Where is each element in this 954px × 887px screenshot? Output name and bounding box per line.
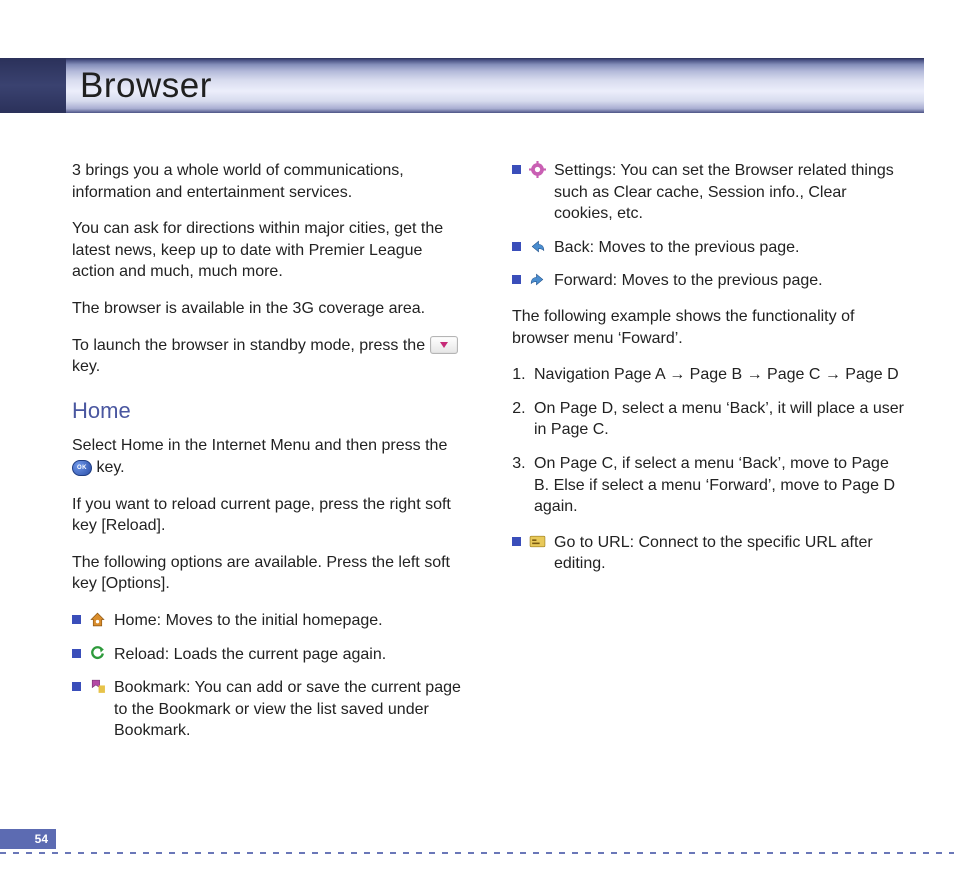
option-bookmark: Bookmark: You can add or save the curren… <box>72 677 466 742</box>
page-footer: 54 <box>0 829 954 857</box>
bullet-square-icon <box>72 615 81 624</box>
down-arrow-key-icon <box>430 336 458 354</box>
step-1: Navigation Page A → Page B → Page C → Pa… <box>530 364 906 386</box>
option-bookmark-text: Bookmark: You can add or save the curren… <box>114 677 466 742</box>
intro-paragraph-1: 3 brings you a whole world of communicat… <box>72 160 466 203</box>
option-reload: Reload: Loads the current page again. <box>72 644 466 666</box>
option-reload-text: Reload: Loads the current page again. <box>114 644 466 666</box>
home-text-b: key. <box>96 459 124 476</box>
intro-paragraph-2: You can ask for directions within major … <box>72 218 466 283</box>
reload-icon <box>89 645 106 662</box>
content-columns: 3 brings you a whole world of communicat… <box>72 160 906 756</box>
forward-icon <box>529 271 546 288</box>
option-back-text: Back: Moves to the previous page. <box>554 237 906 259</box>
option-forward: Forward: Moves to the previous page. <box>512 270 906 292</box>
launch-text-b: key. <box>72 358 100 375</box>
launch-paragraph: To launch the browser in standby mode, p… <box>72 335 466 378</box>
page-header-band: Browser <box>0 58 924 113</box>
bookmark-icon <box>89 678 106 695</box>
page-number: 54 <box>0 829 56 849</box>
back-icon <box>529 238 546 255</box>
home-paragraph-1: Select Home in the Internet Menu and the… <box>72 435 466 478</box>
option-forward-text: Forward: Moves to the previous page. <box>554 270 906 292</box>
bullet-square-icon <box>512 165 521 174</box>
step-3: On Page C, if select a menu ‘Back’, move… <box>530 453 906 518</box>
left-column: 3 brings you a whole world of communicat… <box>72 160 466 756</box>
option-url-text: Go to URL: Connect to the specific URL a… <box>554 532 906 575</box>
example-intro: The following example shows the function… <box>512 306 906 349</box>
left-options-list: Home: Moves to the initial homepage. Rel… <box>72 610 466 742</box>
manual-page: Browser 3 brings you a whole world of co… <box>0 0 954 887</box>
home-icon <box>89 611 106 628</box>
home-paragraph-3: The following options are available. Pre… <box>72 552 466 595</box>
option-settings: Settings: You can set the Browser relate… <box>512 160 906 225</box>
bullet-square-icon <box>512 537 521 546</box>
bullet-square-icon <box>512 275 521 284</box>
option-go-to-url: Go to URL: Connect to the specific URL a… <box>512 532 906 575</box>
right-options-list: Settings: You can set the Browser relate… <box>512 160 906 292</box>
settings-icon <box>529 161 546 178</box>
home-text-a: Select Home in the Internet Menu and the… <box>72 437 447 454</box>
option-home-text: Home: Moves to the initial homepage. <box>114 610 466 632</box>
ok-key-icon: OK <box>72 460 92 476</box>
right-options-list-2: Go to URL: Connect to the specific URL a… <box>512 532 906 575</box>
bullet-square-icon <box>512 242 521 251</box>
option-home: Home: Moves to the initial homepage. <box>72 610 466 632</box>
launch-text-a: To launch the browser in standby mode, p… <box>72 337 430 354</box>
option-settings-text: Settings: You can set the Browser relate… <box>554 160 906 225</box>
example-steps: Navigation Page A → Page B → Page C → Pa… <box>512 364 906 518</box>
option-back: Back: Moves to the previous page. <box>512 237 906 259</box>
footer-dash-line <box>0 849 954 857</box>
home-paragraph-2: If you want to reload current page, pres… <box>72 494 466 537</box>
page-title: Browser <box>80 66 212 106</box>
home-section-heading: Home <box>72 396 466 426</box>
bullet-square-icon <box>72 649 81 658</box>
bullet-square-icon <box>72 682 81 691</box>
url-icon <box>529 533 546 550</box>
header-stub <box>0 58 66 113</box>
right-column: Settings: You can set the Browser relate… <box>512 160 906 756</box>
step-2: On Page D, select a menu ‘Back’, it will… <box>530 398 906 441</box>
intro-paragraph-3: The browser is available in the 3G cover… <box>72 298 466 320</box>
